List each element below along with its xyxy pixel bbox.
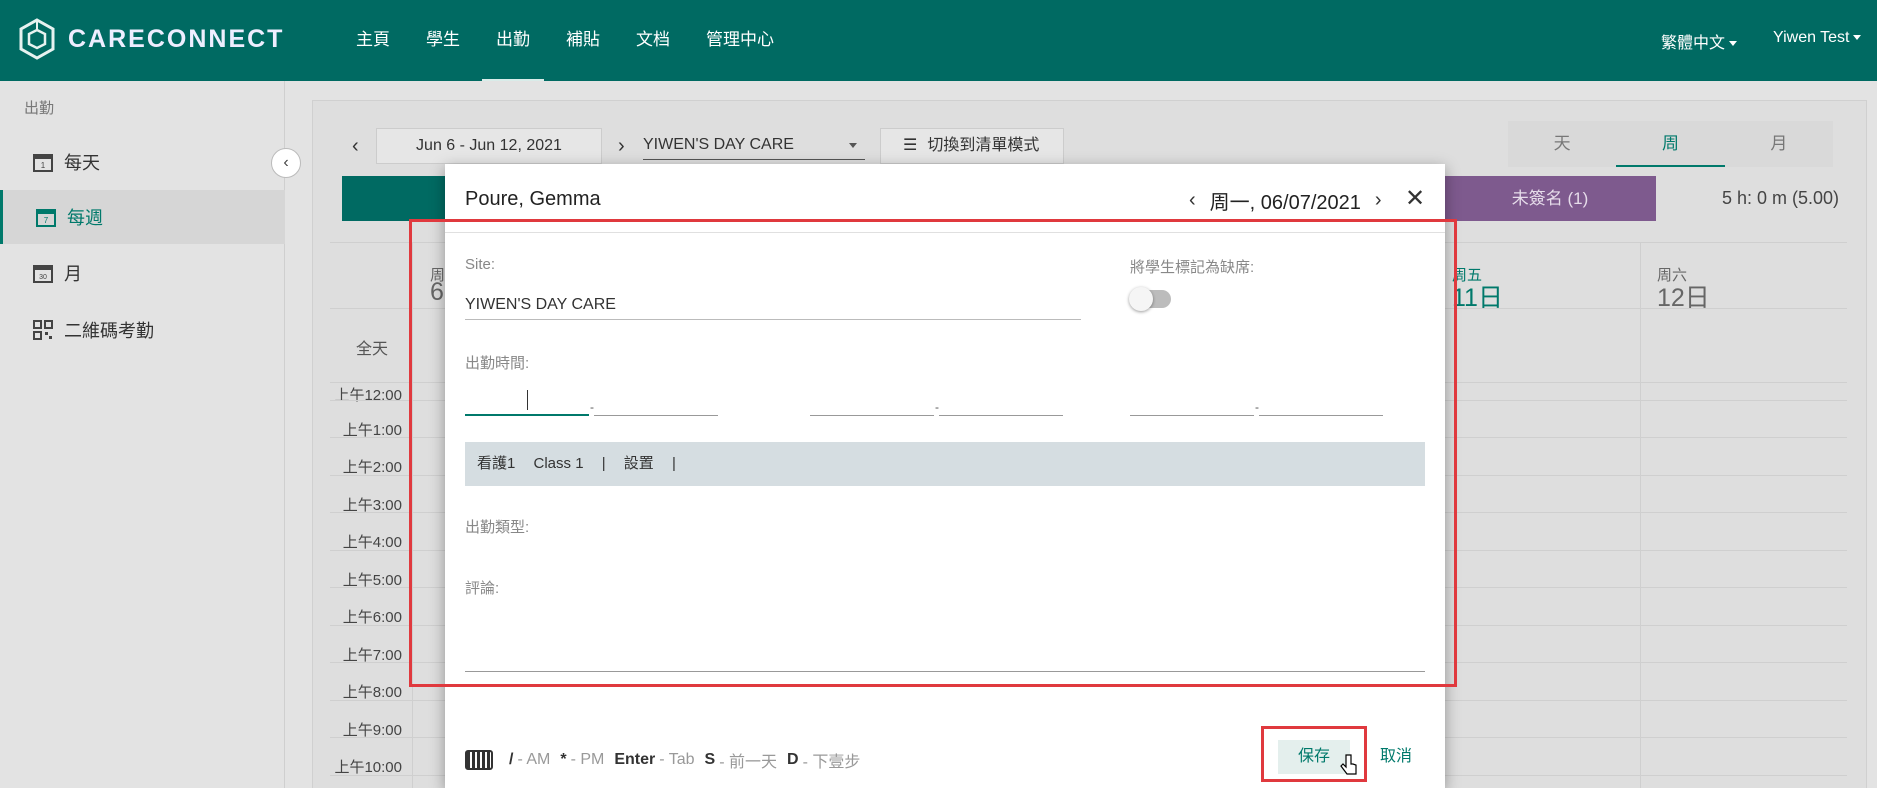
main-nav: 主頁 學生 出勤 補貼 文档 管理中心 <box>342 0 796 81</box>
sidebar-item-label: 每週 <box>67 208 103 228</box>
grid-line <box>1640 242 1641 788</box>
site-select-value: YIWEN'S DAY CARE <box>643 136 794 153</box>
view-tabs: 天 周 月 <box>1508 121 1833 167</box>
top-navbar: CARECONNECT 主頁 學生 出勤 補貼 文档 管理中心 繁體中文 Yiw… <box>0 0 1877 81</box>
hint-key: S <box>704 751 716 768</box>
hand-cursor-icon <box>1340 754 1357 775</box>
sidebar-item-label: 月 <box>64 264 82 284</box>
chevron-left-icon: ‹ <box>352 135 359 157</box>
all-day-label: 全天 <box>356 341 389 358</box>
sidebar-item-weekly[interactable]: 7 每週 <box>0 190 285 244</box>
hint-key: * <box>560 751 567 768</box>
language-label: 繁體中文 <box>1661 35 1726 52</box>
sidebar-collapse-button[interactable]: ‹ <box>271 148 301 178</box>
unsigned-bar[interactable]: 未簽名 (1) <box>1444 176 1656 221</box>
chevron-down-icon <box>1729 41 1738 47</box>
tab-month[interactable]: 月 <box>1725 121 1833 167</box>
user-menu[interactable]: Yiwen Test <box>1773 29 1862 47</box>
sidebar-item-label: 二維碼考勤 <box>64 321 154 341</box>
nav-subsidy[interactable]: 補貼 <box>552 0 614 81</box>
prev-day-chevron-left-icon[interactable]: ‹ <box>1189 189 1196 212</box>
brand-name: CARECONNECT <box>68 24 285 53</box>
time-label: 上午8:00 <box>342 684 402 701</box>
dialog-date: 周一, 06/07/2021 <box>1209 192 1361 214</box>
close-icon[interactable]: ✕ <box>1405 184 1425 213</box>
nav-documents[interactable]: 文档 <box>622 0 684 81</box>
day-number: 12日 <box>1657 284 1710 312</box>
chevron-left-icon: ‹ <box>283 154 289 171</box>
keyboard-icon <box>465 750 493 770</box>
nav-students[interactable]: 學生 <box>412 0 474 81</box>
nav-home[interactable]: 主頁 <box>342 0 404 81</box>
nav-attendance[interactable]: 出勤 <box>482 0 544 81</box>
hint-text: - 下壹步 <box>802 754 861 771</box>
time-label: 上午6:00 <box>342 609 402 626</box>
sidebar-item-daily[interactable]: 1 每天 <box>0 135 285 189</box>
prev-week-button[interactable]: ‹ <box>352 135 359 158</box>
sidebar-item-label: 每天 <box>64 153 100 173</box>
dialog-title: Poure, Gemma <box>465 188 601 210</box>
signed-bar <box>342 176 446 221</box>
brand-logo[interactable]: CARECONNECT <box>18 18 284 60</box>
chevron-right-icon: › <box>618 135 625 157</box>
language-dropdown[interactable]: 繁體中文 <box>1661 29 1738 53</box>
svg-text:30: 30 <box>39 274 47 281</box>
tab-day[interactable]: 天 <box>1508 121 1616 167</box>
calendar-icon: 7 <box>36 209 56 227</box>
day-number: 11日 <box>1452 284 1503 312</box>
hint-text: - 前一天 <box>719 754 777 771</box>
time-label: 上午10:00 <box>334 759 402 776</box>
sidebar-item-monthly[interactable]: 30 月 <box>0 246 285 300</box>
list-icon: ☰ <box>903 137 918 154</box>
hint-key: / <box>509 751 514 768</box>
chevron-down-icon <box>849 143 857 148</box>
svg-text:7: 7 <box>44 216 49 225</box>
highlight-box <box>409 219 1457 687</box>
site-select[interactable]: YIWEN'S DAY CARE <box>643 130 865 160</box>
svg-text:1: 1 <box>41 161 46 170</box>
next-day-chevron-right-icon[interactable]: › <box>1375 189 1382 212</box>
total-hours: 5 h: 0 m (5.00) <box>1722 188 1840 208</box>
list-mode-label: 切換到清單模式 <box>927 137 1040 154</box>
time-label: 上午12:00 <box>334 387 402 404</box>
hint-text: - PM <box>570 751 605 768</box>
dialog-date-nav: ‹ 周一, 06/07/2021 › <box>1175 186 1396 215</box>
calendar-icon: 1 <box>33 154 53 172</box>
keyboard-hints: / - AM * - PM Enter - Tab S- 前一天 D- 下壹步 <box>465 748 860 772</box>
sidebar-title: 出勤 <box>24 100 55 117</box>
hint-text: - AM <box>517 751 551 768</box>
hint-text: - Tab <box>659 751 695 768</box>
hint-key: D <box>787 751 799 768</box>
hint-key: Enter <box>614 751 656 768</box>
chevron-down-icon <box>1853 35 1862 41</box>
next-week-button[interactable]: › <box>618 135 625 158</box>
nav-admin-center[interactable]: 管理中心 <box>692 0 788 81</box>
date-range-picker[interactable]: Jun 6 - Jun 12, 2021 <box>376 128 602 164</box>
list-mode-button[interactable]: ☰ 切換到清單模式 <box>880 128 1064 164</box>
time-label: 上午2:00 <box>342 459 402 476</box>
cancel-button[interactable]: 取消 <box>1380 740 1412 774</box>
qr-code-icon <box>33 320 53 340</box>
sidebar: 出勤 1 每天 7 每週 30 月 二維碼考勤 <box>0 81 285 788</box>
user-name: Yiwen Test <box>1773 29 1850 46</box>
time-label: 上午4:00 <box>342 534 402 551</box>
careconnect-logo-icon <box>19 18 55 60</box>
sidebar-item-qr-attendance[interactable]: 二維碼考勤 <box>0 303 285 357</box>
tab-week[interactable]: 周 <box>1616 121 1725 167</box>
calendar-icon: 30 <box>33 265 53 283</box>
